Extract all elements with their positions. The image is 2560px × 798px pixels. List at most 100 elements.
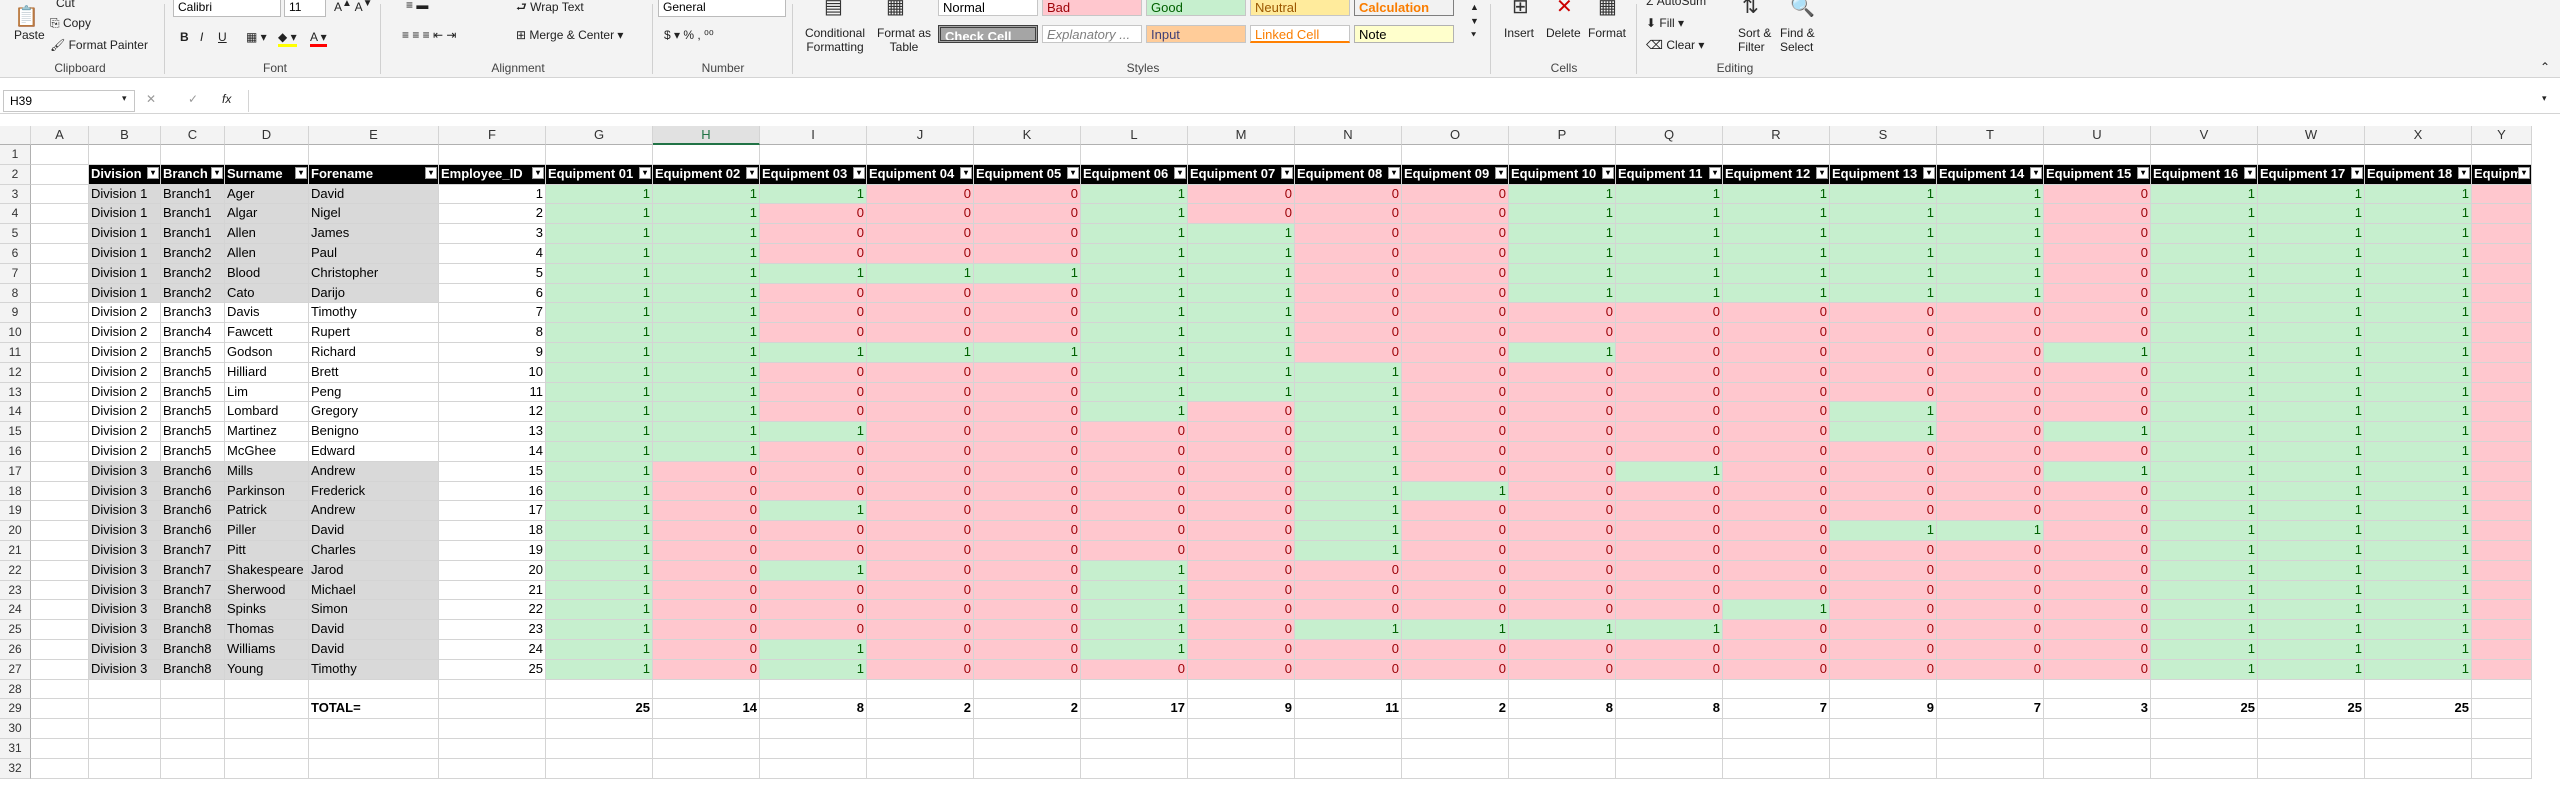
cell[interactable] <box>89 719 161 739</box>
cell[interactable] <box>974 758 1081 779</box>
cell-equipment[interactable]: 0 <box>867 442 974 462</box>
column-header-l[interactable]: L <box>1081 126 1188 145</box>
cell[interactable] <box>2472 679 2532 700</box>
cell[interactable] <box>2044 679 2151 700</box>
column-header-m[interactable]: M <box>1188 126 1295 145</box>
cell-division[interactable]: Division 3 <box>89 620 161 640</box>
cell-division[interactable]: Division 3 <box>89 461 161 482</box>
cell[interactable] <box>546 739 653 759</box>
cell-equipment[interactable]: 0 <box>1937 362 2044 383</box>
cell-equipment[interactable]: 0 <box>1295 184 1402 205</box>
row-header-19[interactable]: 19 <box>0 501 31 522</box>
cell-equipment[interactable]: 0 <box>1937 323 2044 343</box>
cell-forename[interactable]: Andrew <box>309 461 439 482</box>
filter-dropdown-icon[interactable]: ▾ <box>1495 166 1507 179</box>
paste-icon[interactable]: 📋 <box>14 4 39 29</box>
cell-surname[interactable]: Young <box>225 659 309 680</box>
cell-surname[interactable]: Piller <box>225 521 309 541</box>
cell-equipment[interactable]: 0 <box>1830 343 1937 363</box>
cell-equipment[interactable]: 1 <box>2151 362 2258 383</box>
cell[interactable] <box>1723 758 1830 779</box>
total-value[interactable]: 8 <box>1509 699 1616 720</box>
cell-equipment[interactable]: 0 <box>653 560 760 581</box>
cell-equipment[interactable]: 0 <box>867 204 974 225</box>
cell-equipment[interactable]: 1 <box>1188 382 1295 403</box>
cell[interactable] <box>31 224 89 244</box>
cell-equipment[interactable]: 1 <box>1937 224 2044 244</box>
column-header-p[interactable]: P <box>1509 126 1616 145</box>
cell-equipment[interactable]: 0 <box>653 580 760 601</box>
cell-employee-id[interactable]: 16 <box>439 481 546 502</box>
cell-equipment[interactable]: 1 <box>546 184 653 205</box>
cell-equipment[interactable]: 1 <box>546 402 653 423</box>
cell-equipment[interactable] <box>2472 382 2532 403</box>
row-header-9[interactable]: 9 <box>0 303 31 324</box>
cell-equipment[interactable]: 1 <box>1830 224 1937 244</box>
cell-equipment[interactable]: 1 <box>2258 184 2365 205</box>
cell-surname[interactable]: Algar <box>225 204 309 225</box>
cell-branch[interactable]: Branch1 <box>161 184 225 205</box>
column-header-i[interactable]: I <box>760 126 867 145</box>
filter-dropdown-icon[interactable]: ▾ <box>2458 166 2470 179</box>
cell-forename[interactable]: Timothy <box>309 303 439 324</box>
cell-equipment[interactable]: 0 <box>1509 422 1616 442</box>
table-header-cell[interactable]: Equipment 12 ▾ <box>1723 164 1830 185</box>
cell-equipment[interactable]: 0 <box>1509 580 1616 601</box>
cell[interactable] <box>2472 699 2532 720</box>
cell-equipment[interactable]: 0 <box>1830 560 1937 581</box>
cell[interactable] <box>31 461 89 482</box>
total-value[interactable]: 9 <box>1830 699 1937 720</box>
cell-equipment[interactable]: 0 <box>974 244 1081 264</box>
cell-surname[interactable]: Pitt <box>225 541 309 561</box>
filter-dropdown-icon[interactable]: ▾ <box>639 166 651 179</box>
cell-equipment[interactable]: 1 <box>2365 501 2472 522</box>
cell-equipment[interactable]: 0 <box>1402 442 1509 462</box>
cell-equipment[interactable]: 0 <box>1188 659 1295 680</box>
cell-equipment[interactable]: 1 <box>1081 343 1188 363</box>
cell[interactable] <box>31 699 89 720</box>
autosum-button[interactable]: Σ AutoSum <box>1646 0 1706 8</box>
cell-equipment[interactable]: 1 <box>2258 659 2365 680</box>
cell-employee-id[interactable]: 12 <box>439 402 546 423</box>
cell-equipment[interactable] <box>2472 541 2532 561</box>
cell-equipment[interactable]: 1 <box>1509 263 1616 284</box>
cell[interactable] <box>31 244 89 264</box>
cell-equipment[interactable]: 0 <box>1509 501 1616 522</box>
cell-equipment[interactable]: 0 <box>2044 362 2151 383</box>
cell[interactable] <box>309 145 439 165</box>
cell-equipment[interactable]: 0 <box>1616 382 1723 403</box>
cell-equipment[interactable]: 1 <box>1509 283 1616 304</box>
cell[interactable] <box>225 739 309 759</box>
cell[interactable] <box>2258 145 2365 165</box>
style-normal[interactable]: Normal <box>938 0 1038 16</box>
cell-equipment[interactable]: 1 <box>1830 263 1937 284</box>
cell-equipment[interactable]: 0 <box>760 224 867 244</box>
cell-equipment[interactable] <box>2472 461 2532 482</box>
cell-equipment[interactable]: 0 <box>867 422 974 442</box>
cell-equipment[interactable]: 1 <box>2258 204 2365 225</box>
cell-employee-id[interactable]: 8 <box>439 323 546 343</box>
cell-equipment[interactable]: 1 <box>653 362 760 383</box>
cell-equipment[interactable]: 0 <box>760 600 867 621</box>
cell-equipment[interactable]: 0 <box>653 501 760 522</box>
cell[interactable] <box>653 739 760 759</box>
cell-equipment[interactable]: 0 <box>1188 560 1295 581</box>
cell-equipment[interactable] <box>2472 303 2532 324</box>
select-all-corner[interactable] <box>0 126 31 145</box>
filter-dropdown-icon[interactable]: ▾ <box>2351 166 2363 179</box>
cell-equipment[interactable]: 0 <box>1081 521 1188 541</box>
cell-equipment[interactable]: 0 <box>1402 501 1509 522</box>
cell-equipment[interactable]: 0 <box>1402 600 1509 621</box>
cell-equipment[interactable]: 1 <box>1616 620 1723 640</box>
cell-employee-id[interactable]: 3 <box>439 224 546 244</box>
cell[interactable] <box>867 679 974 700</box>
cell-equipment[interactable]: 1 <box>2258 481 2365 502</box>
cell[interactable] <box>1616 679 1723 700</box>
column-header-x[interactable]: X <box>2365 126 2472 145</box>
cell-equipment[interactable]: 0 <box>974 323 1081 343</box>
cell-equipment[interactable]: 0 <box>653 521 760 541</box>
cell-equipment[interactable]: 0 <box>1402 204 1509 225</box>
cell-equipment[interactable] <box>2472 560 2532 581</box>
table-header-cell[interactable]: Equipment 10 ▾ <box>1509 164 1616 185</box>
cell-equipment[interactable] <box>2472 422 2532 442</box>
